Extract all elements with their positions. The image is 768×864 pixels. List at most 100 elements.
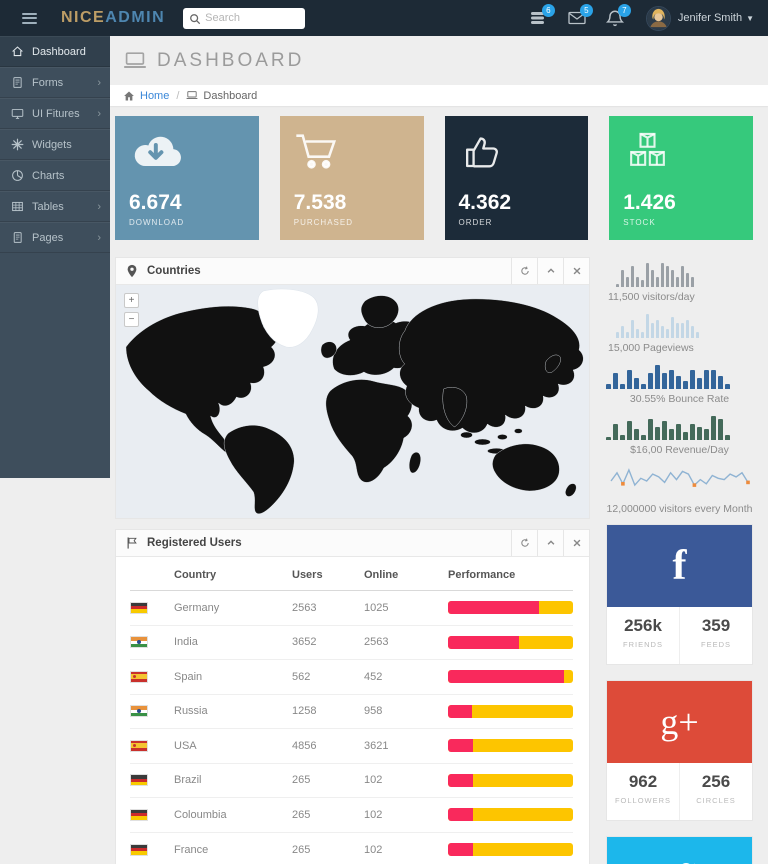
refresh-button[interactable] xyxy=(511,530,537,556)
cell-users: 3652 xyxy=(292,636,317,649)
sidebar-item-dashboard[interactable]: Dashboard xyxy=(0,36,110,67)
sparkline-label: 30.55% Bounce Rate xyxy=(629,393,730,405)
twitter-card: 1562kFOLLOWERS2562TWEETS xyxy=(606,836,753,864)
refresh-button[interactable] xyxy=(511,258,537,284)
app-logo[interactable]: NICEADMIN xyxy=(61,9,165,27)
cubes-icon xyxy=(623,131,739,179)
table-row-spain: Spain 562 452 xyxy=(130,660,573,695)
sidebar-item-label: Forms xyxy=(32,76,64,89)
stat-value: 7.538 xyxy=(293,191,347,214)
world-map[interactable]: + − xyxy=(116,285,589,518)
search-input[interactable] xyxy=(183,7,306,29)
google-plus-header[interactable]: g+ xyxy=(607,681,752,763)
bell-icon[interactable]: 7 xyxy=(605,4,631,27)
chevron-right-icon: › xyxy=(97,107,101,120)
social-stat-value: 962 xyxy=(628,772,658,791)
cell-country: Spain xyxy=(174,670,203,683)
registered-users-buttons xyxy=(511,530,589,556)
cell-country: Brazil xyxy=(174,774,202,787)
countries-panel: Countries + − xyxy=(115,257,590,519)
social-stat: 359 FEEDS xyxy=(680,607,752,664)
table-row-india: India 3652 2563 xyxy=(130,626,573,660)
social-stat-label: FEEDS xyxy=(700,640,731,649)
topbar-right: 6 5 7 Jenifer Smith ▼ xyxy=(520,4,754,31)
registered-users-panel: Registered Users Country Users Online Perfo… xyxy=(115,529,590,864)
cell-users: 2563 xyxy=(292,601,317,614)
cell-users: 1258 xyxy=(292,705,317,718)
laptop-icon xyxy=(123,52,147,70)
cell-online: 452 xyxy=(364,670,383,683)
google-plus-stats: 962 FOLLOWERS 256 CIRCLES xyxy=(607,763,752,820)
world-map-svg xyxy=(125,288,584,514)
sparkline-bars xyxy=(606,363,753,389)
chevron-right-icon: › xyxy=(97,76,101,89)
germany-flag-icon xyxy=(130,808,148,821)
collapse-button[interactable] xyxy=(537,530,563,556)
stat-card-purchased: 7.538 PURCHASED xyxy=(279,116,424,240)
table-row-france: France 265 102 xyxy=(130,833,573,864)
close-button[interactable] xyxy=(563,258,589,284)
tasks-badge: 6 xyxy=(541,4,555,17)
cell-users: 4856 xyxy=(292,739,317,752)
logo-secondary: ADMIN xyxy=(105,9,166,26)
sidebar-item-pages[interactable]: Pages › xyxy=(0,222,110,253)
home-icon xyxy=(11,45,24,58)
twitter-header[interactable] xyxy=(607,837,752,864)
social-stat-value: 256k xyxy=(624,616,662,635)
sidebar-item-ui-fitures[interactable]: UI Fitures › xyxy=(0,98,110,129)
menu-toggle-icon[interactable] xyxy=(22,10,37,26)
close-button[interactable] xyxy=(563,530,589,556)
social-stat-label: FOLLOWERS xyxy=(614,796,672,805)
column-header-online: Online xyxy=(364,568,399,581)
topbar: NICEADMIN 6 5 7 Jenifer Smit xyxy=(0,0,768,36)
stat-label: PURCHASED xyxy=(293,218,353,227)
chevron-right-icon: › xyxy=(97,231,101,244)
breadcrumb-home-link[interactable]: Home xyxy=(140,90,169,102)
collapse-button[interactable] xyxy=(537,258,563,284)
sidebar: Dashboard Forms › UI Fitures › Widgets Charts T… xyxy=(0,36,110,478)
registered-users-header: Registered Users xyxy=(116,530,589,557)
stat-label: ORDER xyxy=(458,218,493,227)
map-zoom-in-button[interactable]: + xyxy=(124,293,139,308)
user-avatar[interactable] xyxy=(645,5,671,31)
cell-online: 102 xyxy=(364,843,383,856)
widgets-icon xyxy=(11,138,24,151)
cell-online: 102 xyxy=(364,808,383,821)
user-menu-caret-icon[interactable]: ▼ xyxy=(746,14,754,23)
sparkline-bars xyxy=(606,312,753,338)
map-zoom-out-button[interactable]: − xyxy=(124,312,139,327)
cell-online: 958 xyxy=(364,705,383,718)
performance-bar xyxy=(448,843,573,857)
page-title: DASHBOARD xyxy=(157,50,305,71)
google-plus-card: g+ 962 FOLLOWERS 256 CIRCLES xyxy=(606,680,753,821)
social-stat-label: CIRCLES xyxy=(696,796,736,805)
sidebar-item-tables[interactable]: Tables › xyxy=(0,191,110,222)
tasks-icon[interactable]: 6 xyxy=(530,4,555,27)
sidebar-item-forms[interactable]: Forms › xyxy=(0,67,110,98)
social-stat-value: 256 xyxy=(701,772,731,791)
search-box xyxy=(183,7,306,29)
social-cards: f 256k FRIENDS 359 FEEDS g+ 962 FOLLOWERS 256 CIR… xyxy=(606,524,753,864)
column-header-country: Country xyxy=(174,568,217,581)
dashboard-screen: NICEADMIN 6 5 7 Jenifer Smit xyxy=(0,0,768,864)
sidebar-item-widgets[interactable]: Widgets xyxy=(0,129,110,160)
cell-country: Germany xyxy=(174,601,220,614)
mail-badge: 5 xyxy=(579,4,593,17)
laptop-icon-small xyxy=(186,90,198,101)
mail-icon[interactable]: 5 xyxy=(568,4,593,27)
home-icon xyxy=(123,90,135,101)
registered-users-title: Registered Users xyxy=(147,537,242,549)
mini-chart-30-55-bounce-rate: 30.55% Bounce Rate xyxy=(606,363,753,406)
user-name[interactable]: Jenifer Smith xyxy=(678,12,742,24)
sidebar-item-label: Dashboard xyxy=(32,45,86,58)
stat-value: 4.362 xyxy=(458,191,512,214)
sidebar-item-charts[interactable]: Charts xyxy=(0,160,110,191)
table-icon xyxy=(11,200,24,213)
registered-users-table: Country Users Online Performance Germany 2563… xyxy=(116,557,589,864)
facebook-header[interactable]: f xyxy=(607,525,752,607)
map-marker-icon xyxy=(126,264,138,278)
main-area: DASHBOARD Home / Dashboard 6.674 DOWNLOAD… xyxy=(110,36,768,864)
germany-flag-icon xyxy=(130,601,148,614)
sparkline-bars xyxy=(606,261,753,287)
table-row-russia: Russia 1258 958 xyxy=(130,695,573,729)
